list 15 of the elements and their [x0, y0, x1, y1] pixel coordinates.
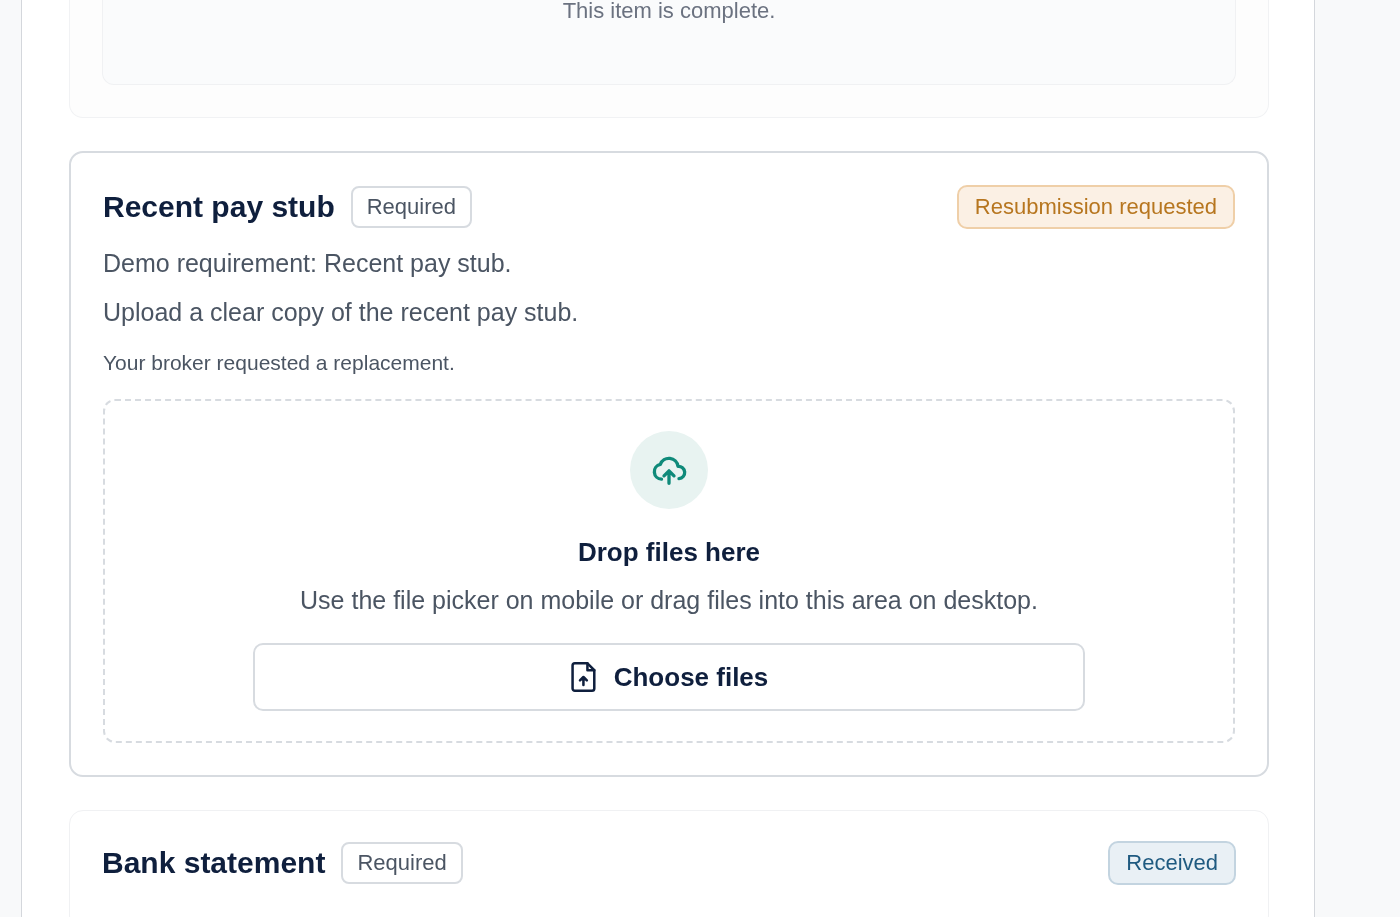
item-title: Recent pay stub — [103, 190, 335, 224]
item-description: Demo requirement: Recent pay stub. — [103, 249, 513, 278]
required-tag: Required — [341, 842, 463, 884]
drop-zone[interactable]: Drop files here Use the file picker on mobile or drag files into this area on desktop. Choose files — [103, 399, 1235, 743]
drop-hint: Use the file picker on mobile or drag files into this area on desktop. — [300, 586, 1038, 615]
complete-message: This item is complete. — [562, 0, 776, 22]
status-badge: Resubmission requested — [956, 185, 1235, 229]
choose-files-button[interactable]: Choose files — [253, 643, 1085, 711]
required-tag: Required — [350, 186, 472, 228]
item-title: Bank statement — [102, 846, 326, 880]
drop-title: Drop files here — [577, 537, 761, 568]
status-badge: Received — [1108, 841, 1236, 885]
broker-note: Your broker requested a replacement. — [103, 351, 456, 375]
item-instructions: Upload a clear copy of the recent pay stub. — [103, 298, 580, 327]
file-upload-icon — [569, 661, 598, 693]
